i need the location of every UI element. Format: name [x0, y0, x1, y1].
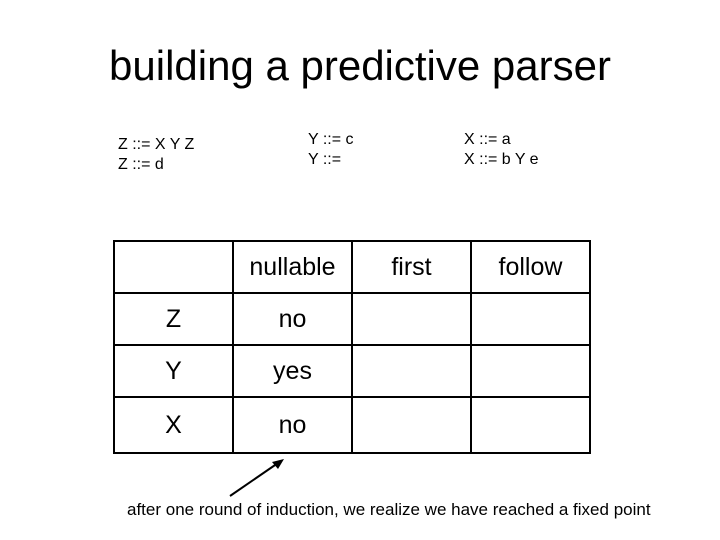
fixed-point-note: after one round of induction, we realize… [127, 500, 651, 519]
arrow-icon [229, 459, 284, 497]
